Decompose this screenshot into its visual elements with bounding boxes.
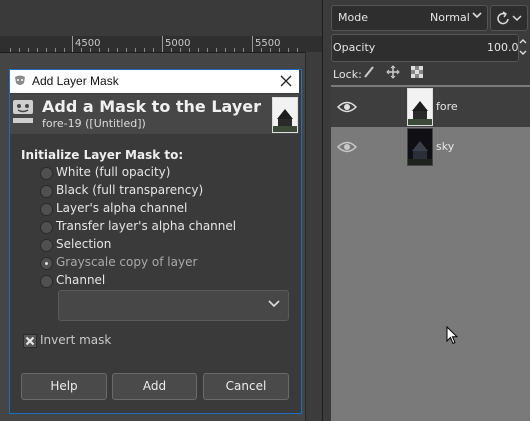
- help-button[interactable]: Help: [21, 373, 107, 400]
- eye-icon[interactable]: [337, 140, 357, 154]
- layer-preview-thumbnail: [272, 97, 298, 133]
- gimp-app-icon: [15, 75, 25, 85]
- layer-thumbnail-sky: [407, 128, 433, 166]
- mode-label: Mode: [338, 11, 368, 24]
- radio-button[interactable]: [40, 239, 53, 252]
- canvas-top-area: [0, 0, 322, 36]
- layer-thumbnail-fore: [407, 88, 433, 126]
- option-label: White (full opacity): [56, 165, 171, 179]
- ruler-label: 5000: [165, 38, 191, 49]
- horizontal-ruler[interactable]: 4500 5000 5500: [0, 36, 322, 53]
- invert-mask-label: Invert mask: [40, 333, 112, 347]
- layer-name: sky: [436, 140, 455, 153]
- layer-row-fore[interactable]: fore: [331, 87, 530, 127]
- radio-button[interactable]: [40, 275, 53, 288]
- radio-button[interactable]: [40, 203, 53, 216]
- ruler-label: 4500: [75, 38, 101, 49]
- dialog-heading: Add a Mask to the Layer: [42, 97, 262, 116]
- dialog-subtitle: fore-19 ([Untitled]): [42, 117, 146, 130]
- opacity-label: Opacity: [333, 41, 376, 54]
- mode-value: Normal: [430, 11, 470, 24]
- layer-mask-icon: [13, 100, 33, 123]
- option-label: Grayscale copy of layer: [56, 255, 198, 269]
- radio-button-selected[interactable]: [40, 257, 53, 270]
- layer-name: fore: [436, 100, 458, 113]
- radio-button[interactable]: [40, 185, 53, 198]
- eye-icon[interactable]: [337, 100, 357, 114]
- chevron-down-icon: [268, 300, 280, 308]
- chevron-down-icon: [472, 12, 482, 19]
- mouse-pointer-icon: [446, 326, 458, 345]
- option-label: Transfer layer's alpha channel: [56, 219, 237, 233]
- option-label: Black (full transparency): [56, 183, 204, 197]
- option-label: Channel: [56, 273, 106, 287]
- lock-pixels-icon[interactable]: [362, 65, 376, 79]
- checkmark-icon: [25, 336, 35, 346]
- cancel-button[interactable]: Cancel: [203, 373, 289, 400]
- opacity-value: 100.0: [487, 41, 519, 54]
- add-button[interactable]: Add: [112, 373, 197, 400]
- lock-position-icon[interactable]: [386, 65, 400, 79]
- vertical-scrollbar[interactable]: [305, 52, 323, 421]
- channel-dropdown[interactable]: [58, 290, 289, 321]
- radio-button[interactable]: [40, 167, 53, 180]
- option-label: Layer's alpha channel: [56, 201, 188, 215]
- undo-arrow-icon: [497, 11, 522, 25]
- dialog-title: Add Layer Mask: [32, 74, 119, 88]
- radio-button[interactable]: [40, 221, 53, 234]
- lock-alpha-icon[interactable]: [410, 65, 424, 79]
- close-icon[interactable]: [276, 72, 296, 90]
- layer-row-sky[interactable]: sky: [331, 127, 530, 167]
- option-label: Selection: [56, 237, 112, 251]
- lock-label: Lock:: [333, 68, 362, 81]
- ruler-label: 5500: [255, 38, 281, 49]
- spin-buttons[interactable]: [517, 34, 529, 60]
- mask-init-heading: Initialize Layer Mask to:: [21, 148, 184, 162]
- invert-mask-checkbox[interactable]: [23, 334, 37, 348]
- reset-mode-button[interactable]: [490, 5, 528, 31]
